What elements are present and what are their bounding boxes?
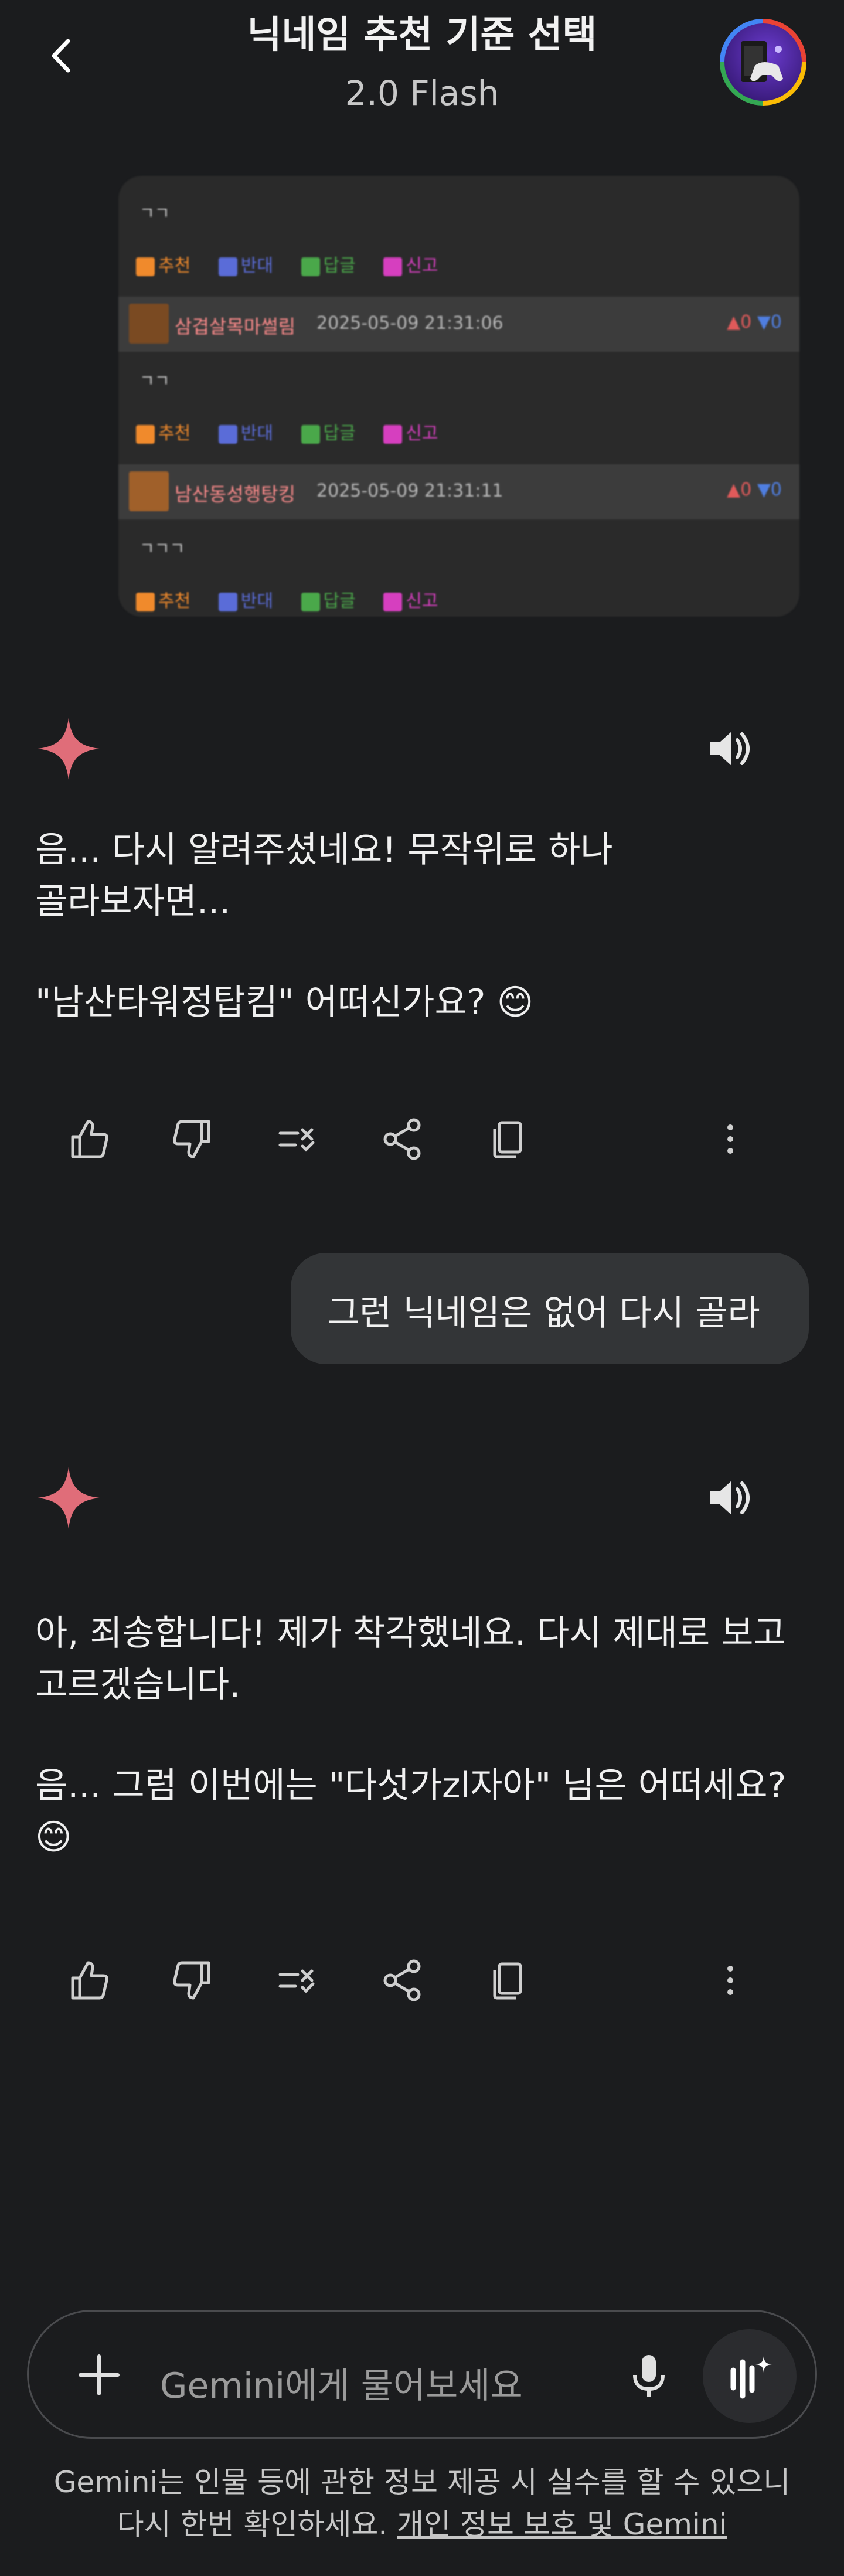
share-icon[interactable] bbox=[373, 1951, 431, 2010]
comment-actions: 추천 반대 답글 신고 bbox=[136, 251, 460, 277]
chat-title[interactable]: 닉네임 추천 기준 선택 bbox=[0, 5, 844, 59]
thumb-up-icon[interactable] bbox=[60, 1951, 118, 2010]
gemini-spark-icon bbox=[38, 1467, 100, 1529]
thumb-up-icon[interactable] bbox=[60, 1110, 118, 1168]
user-avatar bbox=[129, 471, 169, 511]
comment-actions: 추천 반대 답글 신고 bbox=[136, 419, 460, 444]
prompt-input-bar[interactable]: Gemini에게 물어보세요 bbox=[27, 2310, 817, 2439]
more-vert-icon[interactable] bbox=[701, 1110, 760, 1168]
comment-actions: 추천 반대 답글 신고 bbox=[136, 586, 460, 612]
comment-user-bar: 남산동성행탕킹 2025-05-09 21:31:11 ▲0 ▼0 bbox=[118, 464, 799, 519]
response-actions bbox=[0, 1110, 844, 1168]
copy-icon[interactable] bbox=[478, 1110, 537, 1168]
comment-text: ㄱㄱ bbox=[139, 203, 170, 223]
mic-icon[interactable] bbox=[621, 2348, 677, 2404]
thumb-down-icon[interactable] bbox=[163, 1110, 222, 1168]
gemini-spark-icon bbox=[38, 718, 100, 780]
top-app-bar: 닉네임 추천 기준 선택 2.0 Flash bbox=[0, 0, 844, 135]
share-icon[interactable] bbox=[373, 1110, 431, 1168]
more-vert-icon[interactable] bbox=[701, 1951, 760, 2010]
response-actions bbox=[0, 1951, 844, 2010]
modify-response-icon[interactable] bbox=[268, 1951, 327, 2010]
user-name: 삼겹살목마썰림 bbox=[175, 315, 296, 338]
comment-text: ㄱㄱ bbox=[139, 371, 170, 390]
privacy-link[interactable]: 개인 정보 보호 및 Gemini bbox=[397, 2507, 727, 2541]
response-text: 음... 다시 알려주셨네요! 무작위로 하나 골라보자면... bbox=[35, 830, 613, 922]
user-avatar bbox=[129, 304, 169, 344]
user-message-bubble[interactable]: 그런 닉네임은 없어 다시 골라 bbox=[291, 1253, 809, 1364]
gemini-live-icon bbox=[730, 2356, 772, 2399]
user-name: 남산동성행탕킹 bbox=[175, 483, 296, 505]
user-message-text: 그런 닉네임은 없어 다시 골라 bbox=[327, 1293, 760, 1334]
vote-counts: ▲0 ▼0 bbox=[727, 312, 782, 332]
speaker-icon[interactable] bbox=[703, 1471, 756, 1524]
comment-date: 2025-05-09 21:31:06 bbox=[316, 313, 503, 334]
speaker-icon[interactable] bbox=[703, 722, 756, 775]
avatar-image bbox=[724, 23, 802, 101]
prompt-input[interactable]: Gemini에게 물어보세요 bbox=[160, 2357, 523, 2408]
attached-screenshot[interactable]: ㄱㄱ 추천 반대 답글 신고 삼겹살목마썰림 2025-05-09 21:31:… bbox=[118, 176, 799, 617]
model-name[interactable]: 2.0 Flash bbox=[0, 73, 844, 113]
thumb-down-icon[interactable] bbox=[163, 1951, 222, 2010]
response-text: "남산타워정탑킴" 어떠신가요? 😊 bbox=[35, 982, 534, 1023]
comment-user-bar: 삼겹살목마썰림 2025-05-09 21:31:06 ▲0 ▼0 bbox=[118, 297, 799, 352]
response-text: 음... 그럼 이번에는 "다섯가zl자아" 님은 어떠세요? 😊 bbox=[35, 1765, 787, 1858]
avatar[interactable] bbox=[720, 19, 806, 106]
response-text: 아, 죄송합니다! 제가 착각했네요. 다시 제대로 보고 고르겠습니다. bbox=[35, 1613, 786, 1705]
disclaimer: Gemini는 인물 등에 관한 정보 제공 시 실수를 할 수 있으니 다시 … bbox=[53, 2465, 791, 2541]
vote-counts: ▲0 ▼0 bbox=[727, 480, 782, 500]
modify-response-icon[interactable] bbox=[268, 1110, 327, 1168]
copy-icon[interactable] bbox=[478, 1951, 537, 2010]
comment-date: 2025-05-09 21:31:11 bbox=[316, 481, 503, 501]
gamepad-icon bbox=[741, 41, 783, 82]
gemini-live-button[interactable] bbox=[703, 2329, 797, 2423]
plus-icon[interactable] bbox=[71, 2347, 127, 2403]
comment-text: ㄱㄱㄱ bbox=[139, 539, 185, 558]
